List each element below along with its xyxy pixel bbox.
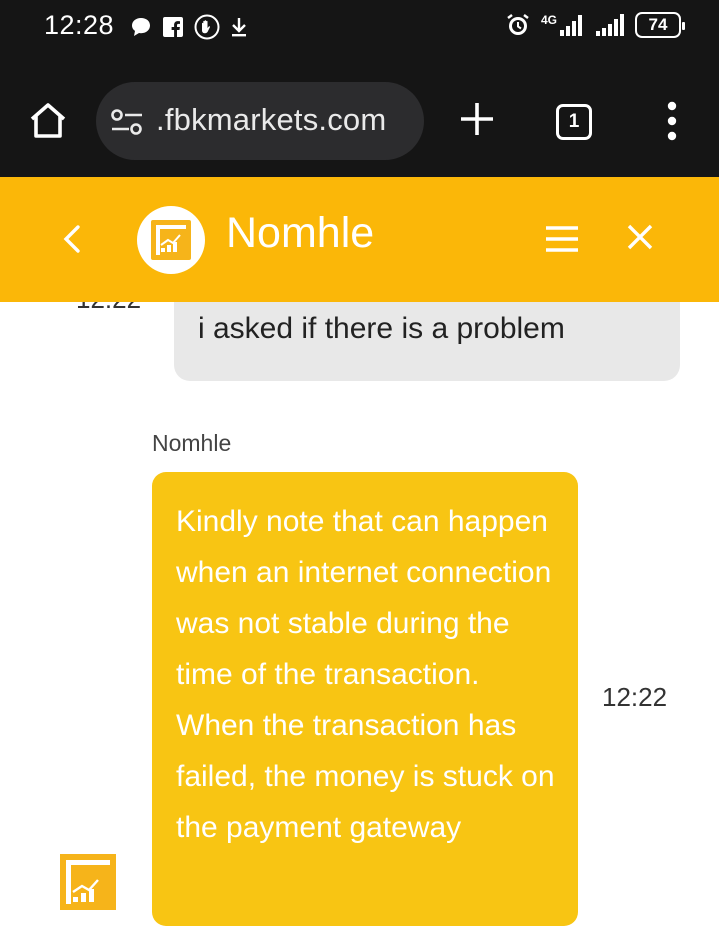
tune-icon[interactable] xyxy=(110,107,144,137)
agent-name: Nomhle xyxy=(226,209,375,257)
address-bar[interactable]: .fbkmarkets.com xyxy=(96,82,424,160)
browser-toolbar: .fbkmarkets.com 1 xyxy=(0,56,719,177)
plus-icon[interactable] xyxy=(458,100,496,138)
system-status: 4G 74 xyxy=(505,12,685,38)
logo-icon xyxy=(60,854,116,910)
status-time: 12:28 xyxy=(44,10,115,40)
menu-icon[interactable] xyxy=(544,221,580,257)
chat-header: Nomhle xyxy=(0,177,719,302)
hand-icon xyxy=(194,14,220,40)
chevron-left-icon[interactable] xyxy=(58,221,88,257)
avatar xyxy=(137,206,205,274)
tab-switcher-button[interactable]: 1 xyxy=(556,104,592,140)
message-timestamp: 12:22 xyxy=(602,682,668,712)
battery-indicator: 74 xyxy=(635,12,685,38)
url-text: .fbkmarkets.com xyxy=(156,102,387,137)
agent-message-bubble: Kindly note that can happen when an inte… xyxy=(152,472,578,926)
chat-icon xyxy=(132,18,150,36)
message-timestamp: 12:22 xyxy=(76,302,141,315)
alarm-icon xyxy=(507,14,529,35)
more-vert-icon[interactable] xyxy=(662,101,682,141)
home-icon[interactable] xyxy=(26,98,70,142)
status-bar: 12:28 4G 74 xyxy=(0,0,719,56)
sender-name: Nomhle xyxy=(152,430,232,456)
user-message-bubble: i asked if there is a problem xyxy=(174,302,680,381)
signal-icon xyxy=(560,15,582,36)
close-icon[interactable] xyxy=(626,223,654,251)
message-text: i asked if there is a problem xyxy=(198,312,565,345)
network-type: 4G xyxy=(540,13,557,27)
signal-icon xyxy=(596,14,624,36)
download-icon xyxy=(232,18,246,37)
message-list[interactable]: 12:22 i asked if there is a problem Nomh… xyxy=(0,302,719,946)
facebook-icon xyxy=(163,17,183,37)
logo-icon xyxy=(151,220,191,260)
message-text: Kindly note that can happen when an inte… xyxy=(176,505,555,844)
notification-icons xyxy=(130,14,248,40)
